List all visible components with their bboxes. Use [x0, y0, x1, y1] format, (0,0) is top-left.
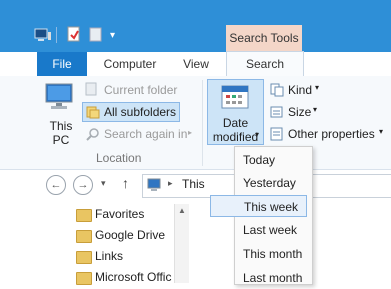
navigation-pane: [0, 200, 391, 283]
address-pc-icon: [147, 178, 163, 192]
search-again-in-button[interactable]: Search again in: [104, 124, 187, 144]
search-again-chevron-icon: ▸: [188, 128, 193, 137]
search-tools-context-tab: Search Tools: [226, 25, 302, 52]
nav-item-favorites[interactable]: Favorites: [95, 204, 144, 224]
qat-divider: [56, 27, 57, 43]
favorites-icon: [76, 209, 92, 222]
recent-locations-chevron-icon[interactable]: ▾: [101, 178, 106, 189]
calendar-icon: [220, 83, 250, 111]
other-properties-icon: [270, 127, 284, 141]
microsoft-office-folder-icon: [76, 272, 92, 285]
menu-item-this-week[interactable]: This week: [210, 195, 307, 217]
date-modified-menu: Today Yesterday This week Last week This…: [210, 146, 313, 285]
title-bar: [0, 0, 391, 52]
menu-item-last-month[interactable]: Last month: [243, 267, 308, 289]
subfolders-icon: [86, 105, 100, 119]
address-path-text[interactable]: This: [182, 177, 205, 191]
this-pc-icon[interactable]: [44, 82, 76, 114]
current-folder-icon: [84, 82, 98, 96]
other-properties-chevron-icon: ▾: [379, 127, 384, 136]
size-button[interactable]: Size: [288, 102, 311, 122]
this-pc-button-label[interactable]: This PC: [46, 119, 76, 147]
kind-chevron-icon: ▾: [315, 83, 320, 92]
size-chevron-icon: ▾: [313, 105, 318, 114]
menu-item-today[interactable]: Today: [243, 149, 308, 171]
up-arrow-icon[interactable]: ↑: [122, 175, 129, 191]
menu-item-yesterday[interactable]: Yesterday: [243, 172, 308, 194]
kind-button[interactable]: Kind: [288, 80, 312, 100]
new-folder-icon[interactable]: [88, 26, 104, 42]
kind-icon: [270, 83, 284, 97]
address-separator-icon[interactable]: ▸: [168, 178, 173, 189]
menu-item-last-week[interactable]: Last week: [243, 219, 308, 241]
group-divider: [202, 80, 203, 166]
window-menu-icon[interactable]: [34, 28, 52, 41]
nav-item-google-drive[interactable]: Google Drive: [95, 225, 165, 245]
links-folder-icon: [76, 251, 92, 264]
properties-icon[interactable]: [66, 26, 82, 42]
tab-computer[interactable]: Computer: [98, 52, 162, 76]
back-button[interactable]: ←: [46, 175, 66, 195]
nav-pane-scrollbar[interactable]: [174, 204, 189, 283]
tab-search[interactable]: Search: [226, 51, 304, 77]
scroll-up-icon[interactable]: ▲: [178, 206, 186, 215]
other-properties-button[interactable]: Other properties: [288, 124, 375, 144]
tab-view[interactable]: View: [170, 52, 222, 76]
size-icon: [270, 105, 284, 119]
tab-file[interactable]: File: [37, 52, 87, 76]
google-drive-icon: [76, 230, 92, 243]
current-folder-button[interactable]: Current folder: [104, 80, 177, 100]
location-group-label: Location: [96, 151, 142, 165]
nav-item-links[interactable]: Links: [95, 246, 123, 266]
search-again-icon: [86, 127, 100, 141]
date-modified-chevron-icon: ▾: [255, 130, 260, 139]
menu-item-this-month[interactable]: This month: [243, 243, 308, 265]
qat-customize-icon[interactable]: ▾: [110, 30, 115, 41]
forward-button[interactable]: →: [73, 175, 93, 195]
all-subfolders-label: All subfolders: [104, 105, 177, 119]
nav-item-microsoft-office[interactable]: Microsoft Offic: [95, 267, 171, 287]
